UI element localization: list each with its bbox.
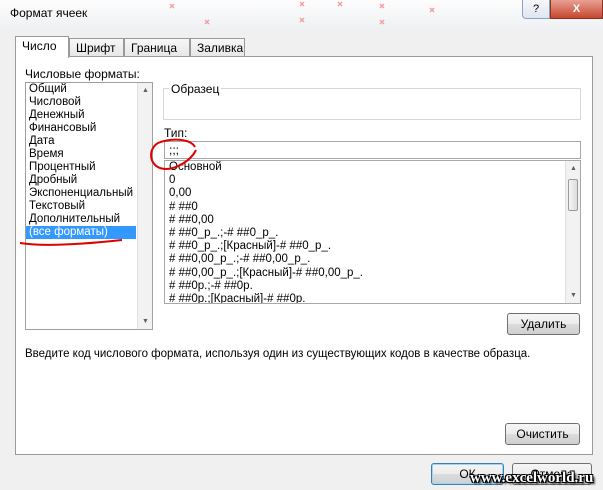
category-list[interactable]: Общий Числовой Денежный Финансовый Дата … — [25, 82, 153, 330]
category-scrollbar[interactable]: ▲ ▼ — [137, 83, 152, 329]
delete-button[interactable]: Удалить — [507, 313, 580, 335]
format-code-item[interactable]: # ##0р.;[Красный]-# ##0р. — [165, 293, 580, 303]
background-sheet-marks — [169, 1, 435, 25]
tab-font[interactable]: Шрифт — [69, 38, 124, 57]
format-scrollbar[interactable]: ▲ ▼ — [565, 161, 580, 303]
format-code-item[interactable]: # ##0 — [165, 201, 580, 214]
category-item[interactable]: Общий — [26, 83, 152, 96]
format-code-item[interactable]: Основной — [165, 161, 580, 174]
format-code-item[interactable]: 0 — [165, 174, 580, 187]
categories-label: Числовые форматы: — [25, 67, 140, 81]
scroll-down-arrow-icon[interactable]: ▼ — [138, 314, 152, 329]
window-title: Формат ячеек — [10, 6, 88, 20]
category-item[interactable]: Финансовый — [26, 122, 152, 135]
category-item[interactable]: Дробный — [26, 174, 152, 187]
format-code-item[interactable]: # ##0_р_.;[Красный]-# ##0_р_. — [165, 240, 580, 253]
category-item[interactable]: Дата — [26, 135, 152, 148]
category-item-selected[interactable]: (все форматы) — [26, 226, 136, 239]
type-label: Тип: — [164, 126, 188, 140]
tab-fill[interactable]: Заливка — [190, 38, 245, 57]
help-button[interactable]: ? — [522, 0, 550, 19]
type-input[interactable] — [164, 141, 581, 159]
format-code-item[interactable]: # ##0р.;-# ##0р. — [165, 280, 580, 293]
category-item[interactable]: Дополнительный — [26, 213, 152, 226]
format-code-list[interactable]: Основной 0 0,00 # ##0 # ##0,00 # ##0_р_.… — [164, 160, 581, 304]
sample-preview — [163, 88, 581, 120]
category-item[interactable]: Время — [26, 148, 152, 161]
category-item[interactable]: Текстовый — [26, 200, 152, 213]
scroll-thumb[interactable] — [568, 179, 578, 211]
clear-button[interactable]: Очистить — [505, 423, 580, 445]
close-button[interactable]: X — [550, 0, 603, 19]
watermark: www.excelworld.ru — [470, 470, 594, 486]
category-item[interactable]: Процентный — [26, 161, 152, 174]
format-code-item[interactable]: # ##0,00_р_.;-# ##0,00_р_. — [165, 253, 580, 266]
sample-label: Образец — [169, 82, 222, 96]
category-item[interactable]: Числовой — [26, 96, 152, 109]
format-code-item[interactable]: # ##0,00 — [165, 214, 580, 227]
category-item[interactable]: Экспоненциальный — [26, 187, 152, 200]
title-bar: Формат ячеек ? X — [0, 0, 603, 30]
format-code-item[interactable]: 0,00 — [165, 187, 580, 200]
tab-border[interactable]: Граница — [124, 38, 190, 57]
format-hint-text: Введите код числового формата, используя… — [25, 348, 531, 360]
format-code-item[interactable]: # ##0,00_р_.;[Красный]-# ##0,00_р_. — [165, 267, 580, 280]
scroll-down-arrow-icon[interactable]: ▼ — [566, 288, 580, 303]
category-item[interactable]: Денежный — [26, 109, 152, 122]
scroll-up-arrow-icon[interactable]: ▲ — [566, 161, 580, 176]
scroll-up-arrow-icon[interactable]: ▲ — [138, 83, 152, 98]
tab-number[interactable]: Число — [15, 36, 69, 58]
format-code-item[interactable]: # ##0_р_.;-# ##0_р_. — [165, 227, 580, 240]
